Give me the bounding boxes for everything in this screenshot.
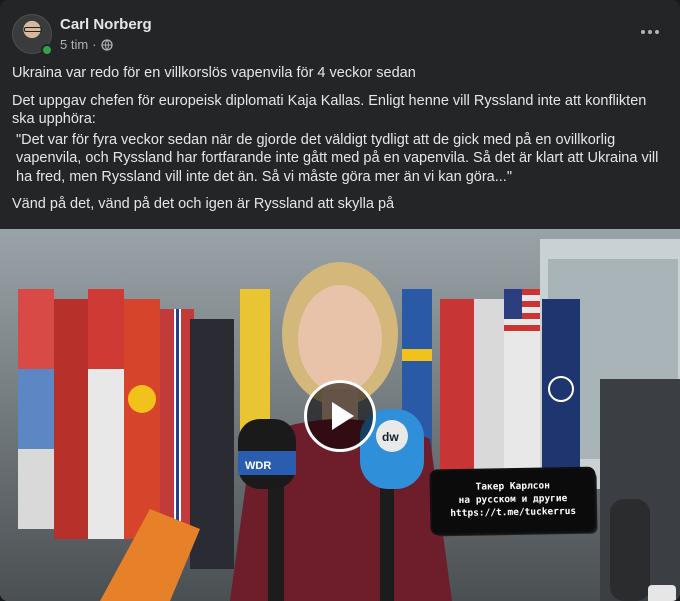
post-header: Carl Norberg 5 tim · xyxy=(12,12,668,56)
online-status-icon xyxy=(41,44,53,56)
microphone xyxy=(610,499,650,601)
post-quote: "Det var för fyra veckor sedan när de gj… xyxy=(16,131,659,185)
flag xyxy=(124,299,160,539)
meta-separator: · xyxy=(92,37,97,52)
microphone-stand xyxy=(380,479,394,601)
post-text: Ukraina var redo för en villkorslös vape… xyxy=(12,64,672,223)
video-corner-button[interactable] xyxy=(648,585,676,601)
more-dot xyxy=(648,30,652,34)
author-name[interactable]: Carl Norberg xyxy=(60,16,152,33)
flag xyxy=(54,299,88,539)
more-options-icon[interactable] xyxy=(636,22,664,42)
avatar-glasses xyxy=(24,27,42,32)
post-card: Carl Norberg 5 tim · Ukraina var redo fö… xyxy=(0,0,680,601)
globe-icon[interactable] xyxy=(100,38,113,51)
more-dot xyxy=(641,30,645,34)
post-meta: 5 tim · xyxy=(60,37,113,52)
play-icon[interactable] xyxy=(304,380,376,452)
channel-sticker: Такер Карлсон на русском и другие https:… xyxy=(431,468,595,534)
mic-label-wdr: WDR xyxy=(245,460,271,472)
post-paragraph: Det uppgav chefen för europeisk diplomat… xyxy=(12,92,647,128)
post-paragraph: Vänd på det, vänd på det och igen är Rys… xyxy=(12,196,395,212)
play-triangle xyxy=(332,402,354,430)
sticker-line: https://t.me/tuckerrus xyxy=(450,505,577,520)
microphone-stand xyxy=(268,479,284,601)
mic-label-dw: dw xyxy=(382,430,399,444)
speaker-face xyxy=(298,285,382,393)
post-time[interactable]: 5 tim xyxy=(60,37,88,52)
more-dot xyxy=(655,30,659,34)
post-paragraph: Ukraina var redo för en villkorslös vape… xyxy=(12,65,416,81)
